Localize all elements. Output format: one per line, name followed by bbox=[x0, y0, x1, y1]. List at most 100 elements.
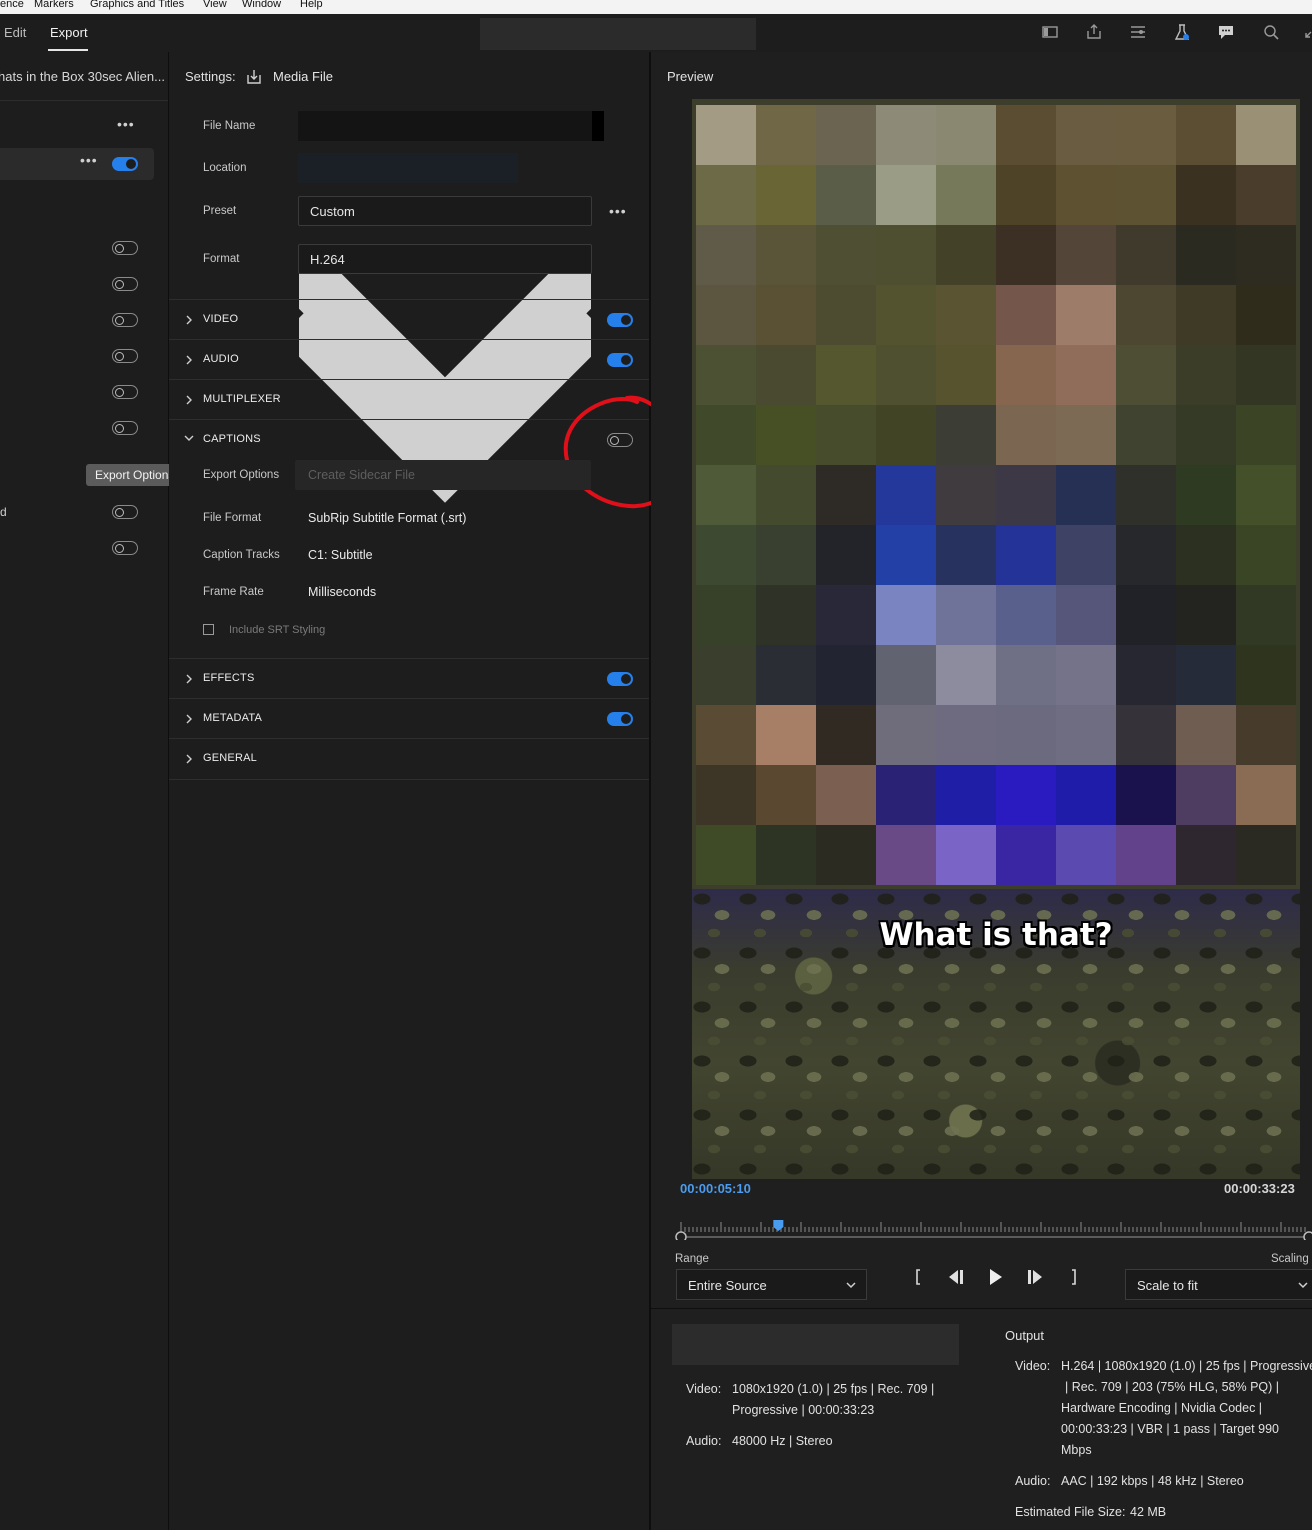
source-audio-line: 48000 Hz | Stereo bbox=[732, 1434, 833, 1448]
menu-item-markers[interactable]: Markers bbox=[34, 0, 74, 10]
mosaic-tile bbox=[876, 585, 936, 645]
output-video-line: Mbps bbox=[1061, 1443, 1092, 1457]
mark-out-icon[interactable] bbox=[1063, 1266, 1085, 1288]
mosaic-tile bbox=[1236, 345, 1296, 405]
current-timecode[interactable]: 00:00:05:10 bbox=[680, 1181, 751, 1196]
queue-icon[interactable] bbox=[1129, 23, 1147, 41]
source-video-line2: Progressive | 00:00:33:23 bbox=[732, 1403, 875, 1417]
mosaic-tile bbox=[876, 105, 936, 165]
more-icon[interactable]: ••• bbox=[80, 152, 98, 168]
mosaic-tile bbox=[996, 405, 1056, 465]
video-toggle[interactable] bbox=[607, 313, 633, 327]
include-srt-checkbox[interactable] bbox=[203, 624, 214, 635]
expand-icon[interactable] bbox=[1302, 23, 1312, 41]
search-zoom-icon[interactable] bbox=[1262, 23, 1280, 41]
mosaic-tile bbox=[876, 645, 936, 705]
step-forward-icon[interactable] bbox=[1024, 1266, 1046, 1288]
menu-item-view[interactable]: View bbox=[203, 0, 227, 10]
section-audio[interactable]: AUDIO bbox=[169, 339, 649, 380]
menu-item-window[interactable]: Window bbox=[242, 0, 281, 10]
source-audio-key: Audio: bbox=[686, 1434, 722, 1448]
preset-value: Custom bbox=[310, 204, 355, 219]
mosaic-tile bbox=[936, 585, 996, 645]
target-toggle-5[interactable] bbox=[112, 385, 138, 399]
mosaic-tile bbox=[936, 105, 996, 165]
target-toggle-7[interactable] bbox=[112, 505, 138, 519]
menu-item-sequence[interactable]: ence bbox=[0, 0, 24, 10]
target-toggle-1[interactable] bbox=[112, 241, 138, 255]
mosaic-tile bbox=[816, 825, 876, 885]
mosaic-tile bbox=[936, 285, 996, 345]
target-toggle-2[interactable] bbox=[112, 277, 138, 291]
tab-edit[interactable]: Edit bbox=[4, 25, 26, 40]
target-toggle-media-file[interactable] bbox=[112, 157, 138, 171]
menu-item-help[interactable]: Help bbox=[300, 0, 323, 10]
play-icon[interactable] bbox=[984, 1266, 1006, 1288]
section-effects[interactable]: EFFECTS bbox=[169, 658, 649, 699]
menu-item-graphics[interactable]: Graphics and Titles bbox=[90, 0, 184, 10]
source-thumbnail bbox=[672, 1324, 959, 1365]
target-toggle-6[interactable] bbox=[112, 421, 138, 435]
target-toggle-3[interactable] bbox=[112, 313, 138, 327]
share-icon[interactable] bbox=[1085, 23, 1103, 41]
include-srt-label: Include SRT Styling bbox=[229, 624, 326, 636]
section-video[interactable]: VIDEO bbox=[169, 299, 649, 340]
range-label: Range bbox=[675, 1253, 709, 1265]
mosaic-tile bbox=[1056, 765, 1116, 825]
source-video-key: Video: bbox=[686, 1382, 722, 1396]
caption-tracks-value: C1: Subtitle bbox=[308, 548, 373, 562]
target-toggle-8[interactable] bbox=[112, 541, 138, 555]
pixelated-region bbox=[696, 105, 1296, 889]
more-icon[interactable]: ••• bbox=[609, 203, 627, 219]
beaker-icon[interactable] bbox=[1173, 23, 1191, 41]
mosaic-tile bbox=[1236, 285, 1296, 345]
mark-in-icon[interactable] bbox=[907, 1266, 929, 1288]
export-options-dropdown[interactable]: Create Sidecar File bbox=[295, 460, 591, 490]
workspace-bar: Edit Export bbox=[0, 14, 1312, 53]
scrub-bar[interactable] bbox=[675, 1218, 1312, 1240]
mosaic-tile bbox=[756, 585, 816, 645]
chevron-right-icon bbox=[186, 315, 192, 325]
range-dropdown[interactable]: Entire Source bbox=[676, 1269, 867, 1300]
output-title: Output bbox=[1005, 1328, 1045, 1343]
format-dropdown[interactable]: H.264 bbox=[279, 244, 611, 503]
mosaic-tile bbox=[876, 345, 936, 405]
comment-icon[interactable] bbox=[1217, 23, 1235, 41]
mosaic-tile bbox=[996, 285, 1056, 345]
mosaic-tile bbox=[1176, 165, 1236, 225]
mosaic-tile bbox=[756, 405, 816, 465]
mosaic-tile bbox=[876, 465, 936, 525]
mosaic-tile bbox=[996, 825, 1056, 885]
section-general[interactable]: GENERAL bbox=[169, 738, 649, 780]
mosaic-tile bbox=[756, 525, 816, 585]
mosaic-tile bbox=[696, 765, 756, 825]
effects-toggle[interactable] bbox=[607, 672, 633, 686]
tab-export[interactable]: Export bbox=[50, 25, 88, 40]
section-metadata[interactable]: METADATA bbox=[169, 698, 649, 739]
file-name-field[interactable] bbox=[298, 111, 604, 141]
more-icon[interactable]: ••• bbox=[117, 116, 135, 132]
selected-target-row[interactable]: ••• bbox=[0, 148, 154, 180]
panel-icon[interactable] bbox=[1041, 23, 1059, 41]
export-targets-panel: hats in the Box 30sec Alien... ••• ••• E… bbox=[0, 52, 189, 1530]
export-options-value: Create Sidecar File bbox=[308, 468, 415, 482]
output-video-line: H.264 | 1080x1920 (1.0) | 25 fps | Progr… bbox=[1061, 1359, 1312, 1373]
mosaic-tile bbox=[996, 465, 1056, 525]
preset-dropdown[interactable]: Custom bbox=[279, 196, 611, 455]
output-video-line: 00:00:33:23 | VBR | 1 pass | Target 990 bbox=[1061, 1422, 1279, 1436]
section-title: CAPTIONS bbox=[203, 433, 261, 445]
target-toggle-4[interactable] bbox=[112, 349, 138, 363]
mosaic-tile bbox=[1236, 405, 1296, 465]
mosaic-tile bbox=[1176, 345, 1236, 405]
playhead[interactable] bbox=[773, 1220, 784, 1231]
settings-label: Settings: bbox=[185, 69, 236, 84]
location-field[interactable] bbox=[298, 153, 518, 183]
mosaic-tile bbox=[816, 465, 876, 525]
audio-toggle[interactable] bbox=[607, 353, 633, 367]
step-back-icon[interactable] bbox=[945, 1266, 967, 1288]
mosaic-tile bbox=[816, 225, 876, 285]
metadata-toggle[interactable] bbox=[607, 712, 633, 726]
mosaic-tile bbox=[936, 345, 996, 405]
scaling-dropdown[interactable]: Scale to fit bbox=[1125, 1269, 1312, 1300]
section-title: AUDIO bbox=[203, 353, 239, 365]
